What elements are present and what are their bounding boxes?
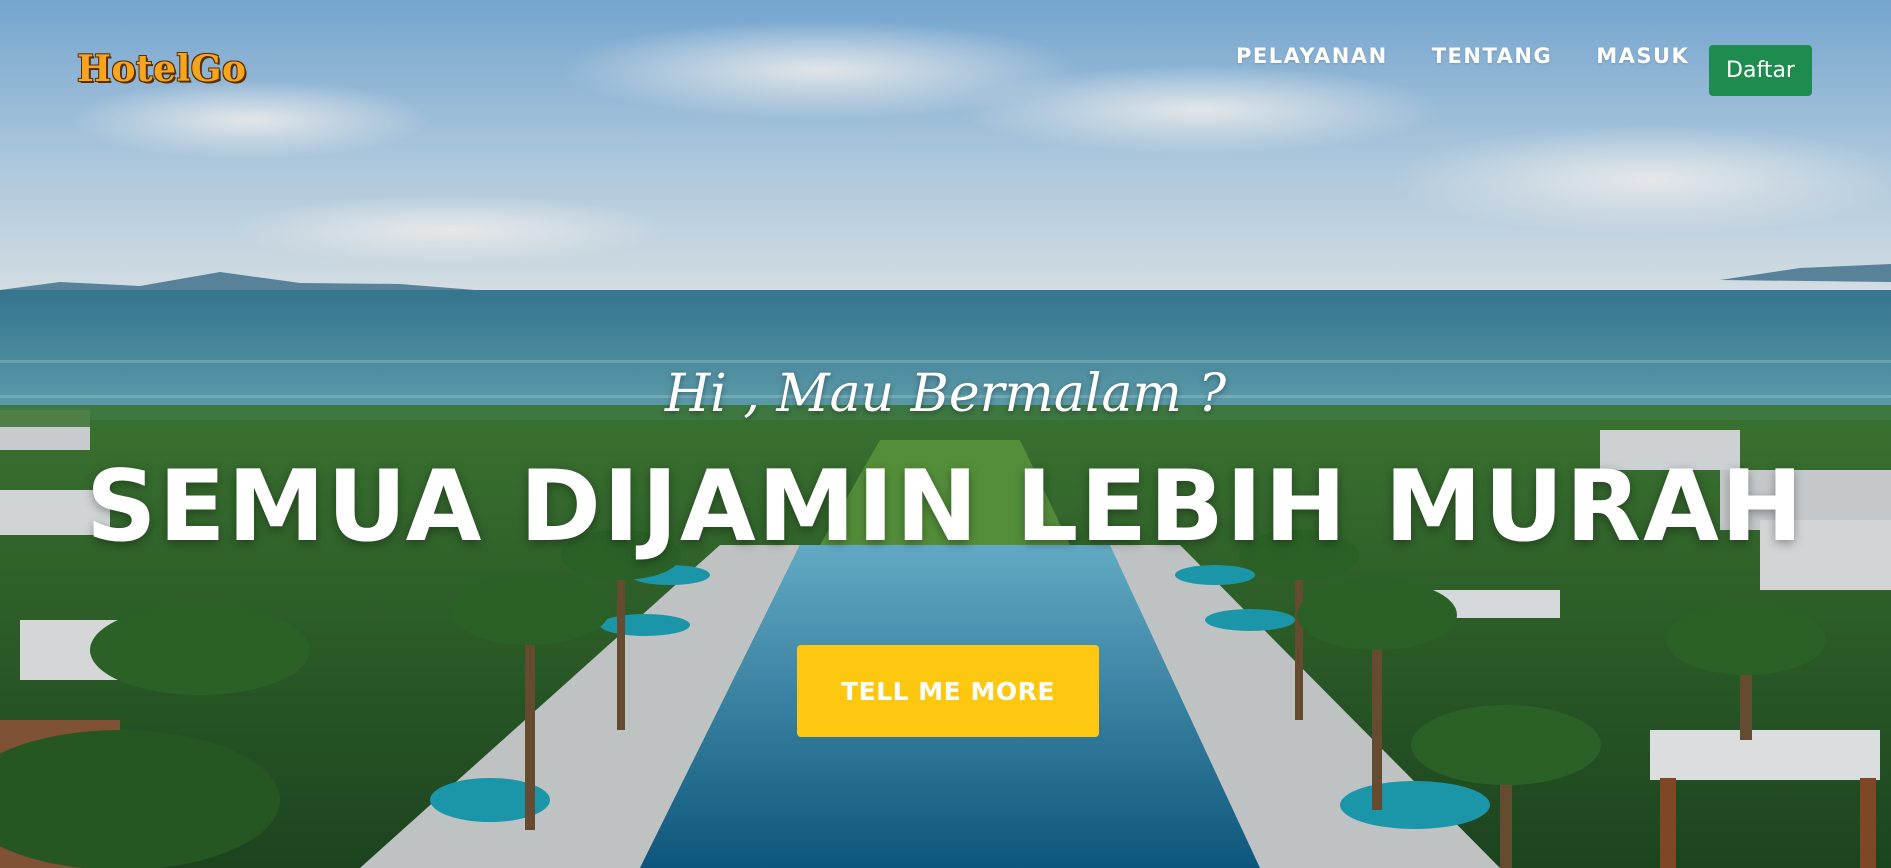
hero-section: HotelGo PELAYANAN TENTANG MASUK Daftar H…	[0, 0, 1891, 868]
daftar-button[interactable]: Daftar	[1709, 45, 1812, 96]
nav-link-tentang[interactable]: TENTANG	[1432, 44, 1553, 68]
hero-subheading: Hi , Mau Bermalam ?	[664, 364, 1227, 424]
nav-link-masuk[interactable]: MASUK	[1596, 44, 1689, 68]
hero-heading: SEMUA DIJAMIN LEBIH MURAH	[86, 450, 1805, 564]
navbar: HotelGo PELAYANAN TENTANG MASUK Daftar	[0, 0, 1891, 140]
brand-logo[interactable]: HotelGo	[77, 48, 247, 90]
nav-link-pelayanan[interactable]: PELAYANAN	[1236, 44, 1388, 68]
nav-links: PELAYANAN TENTANG MASUK	[1236, 44, 1733, 68]
tell-me-more-button[interactable]: TELL ME MORE	[797, 645, 1099, 737]
